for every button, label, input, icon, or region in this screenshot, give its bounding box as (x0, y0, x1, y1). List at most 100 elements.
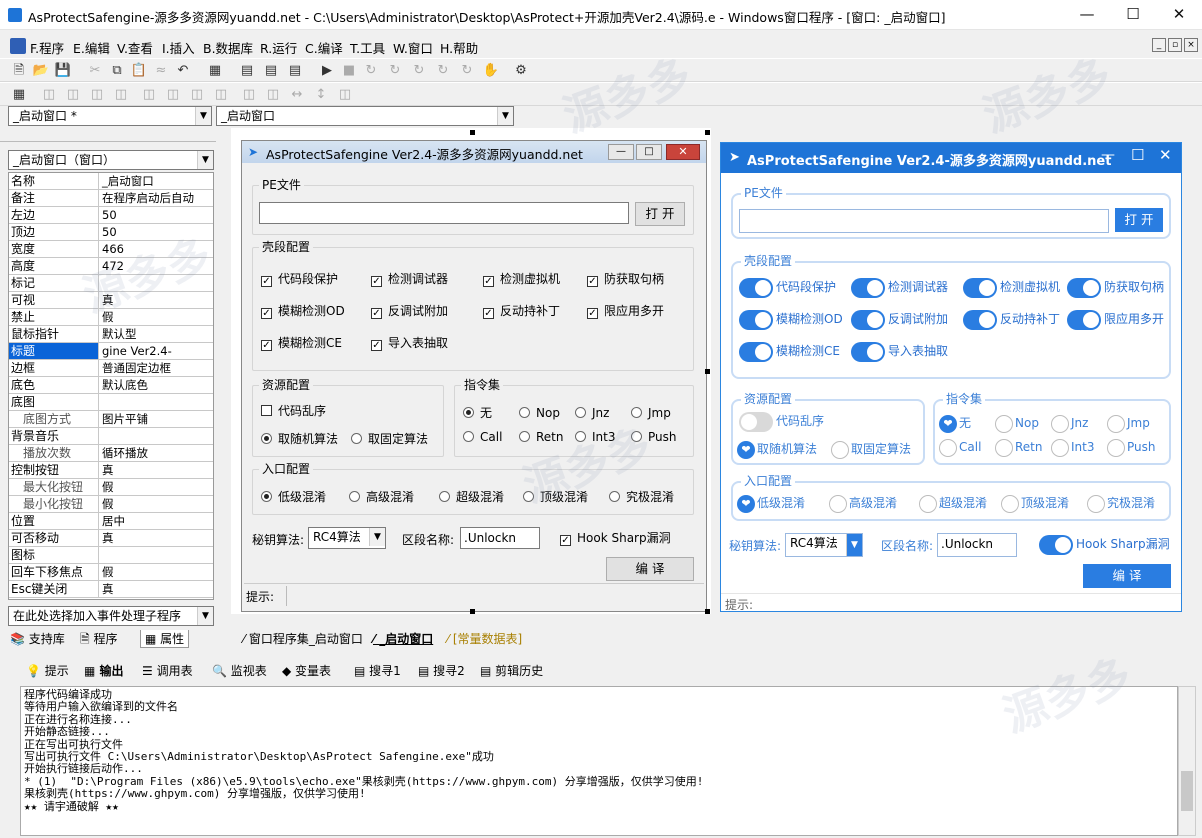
step1-icon[interactable]: ↻ (362, 62, 380, 80)
radio-jmp[interactable]: Jmp (631, 406, 671, 420)
radio-random-algo-modern[interactable]: ❤ 取随机算法 (737, 439, 817, 459)
radio-call[interactable]: Call (463, 430, 502, 444)
property-row[interactable]: 底色 默认底色 (9, 377, 213, 394)
property-value[interactable]: 真 (99, 292, 213, 308)
space-h-icon[interactable]: ◫ (140, 86, 158, 104)
chk-fuzzy-od[interactable]: ✓ 模糊检测OD (261, 304, 345, 319)
radio-fixed-algo-modern[interactable]: 取固定算法 (831, 439, 911, 459)
debug-icon[interactable]: ⚙ (512, 62, 530, 80)
preview-icon[interactable]: ▦ (206, 62, 224, 80)
menu-edit[interactable]: E.编辑 (73, 38, 110, 57)
left-window-combo[interactable]: _启动窗口 * ▼ (8, 106, 212, 126)
radio-int3-modern[interactable]: Int3 (1051, 437, 1094, 457)
tab-support-library[interactable]: 📚 支持库 (10, 630, 65, 647)
order-icon[interactable]: ◫ (336, 86, 354, 104)
tab-hint[interactable]: 💡 提示 (26, 661, 69, 681)
radio-random-algo[interactable]: 取随机算法 (261, 432, 338, 446)
compile-button[interactable]: 编 译 (606, 557, 694, 581)
property-row[interactable]: 宽度 466 (9, 241, 213, 258)
align-center-icon[interactable]: ◫ (64, 86, 82, 104)
toggle-fuzzy-od[interactable]: 模糊检测OD (739, 309, 843, 330)
property-value[interactable]: 真 (99, 581, 213, 597)
run-icon[interactable]: ▶ (318, 62, 336, 80)
output-text[interactable]: 程序代码编译成功 等待用户输入欲编译到的文件名 正在进行名称连接... 开始静态… (20, 686, 1178, 836)
tab-window-assembly[interactable]: ⁄ 窗口程序集_启动窗口 (243, 630, 363, 647)
step4-icon[interactable]: ↻ (434, 62, 452, 80)
property-value[interactable]: 图片平铺 (99, 411, 213, 427)
property-row[interactable]: 可否移动真 (9, 530, 213, 547)
preview-close-icon[interactable]: ✕ (1159, 146, 1172, 164)
menu-insert[interactable]: I.插入 (162, 38, 195, 57)
radio-jnz-modern[interactable]: Jnz (1051, 413, 1088, 433)
property-row[interactable]: 边框 普通固定边框 (9, 360, 213, 377)
spread-v-icon[interactable]: ↕ (312, 86, 330, 104)
radio-push-modern[interactable]: Push (1107, 437, 1156, 457)
size-h-icon[interactable]: ◫ (212, 86, 230, 104)
property-row[interactable]: 名称 _启动窗口 (9, 173, 213, 190)
chk-detect-vm[interactable]: ✓ 检测虚拟机 (483, 272, 560, 287)
step2-icon[interactable]: ↻ (386, 62, 404, 80)
toggle-import-extract[interactable]: 导入表抽取 (851, 341, 948, 362)
size-w-icon[interactable]: ◫ (188, 86, 206, 104)
radio-call-modern[interactable]: Call (939, 437, 981, 457)
property-row[interactable]: 图标 (9, 547, 213, 564)
mdi-close-icon[interactable]: × (1184, 38, 1198, 52)
chk-limit-multi[interactable]: ✓ 限应用多开 (587, 304, 664, 319)
menu-tools[interactable]: T.工具 (350, 38, 385, 57)
open-button[interactable]: 打 开 (635, 202, 685, 226)
layout3-icon[interactable]: ▤ (286, 62, 304, 80)
mdi-restore-icon[interactable]: ▫ (1168, 38, 1182, 52)
event-combo[interactable]: 在此处选择加入事件处理子程序 ▼ (8, 606, 214, 626)
tab-start-window[interactable]: ⁄ _启动窗口 (373, 630, 433, 647)
radio-none[interactable]: 无 (463, 406, 492, 420)
tab-properties[interactable]: ▦ 属性 (140, 630, 190, 648)
step5-icon[interactable]: ↻ (458, 62, 476, 80)
radio-high-obf[interactable]: 高级混淆 (349, 490, 414, 504)
property-value[interactable]: 50 (99, 224, 213, 240)
property-row[interactable]: 背景音乐 (9, 428, 213, 445)
property-value[interactable]: 默认型 (99, 326, 213, 342)
new-icon[interactable]: 🗎 (10, 62, 28, 80)
tab-program[interactable]: 🗎 程序 (80, 630, 117, 651)
radio-super-obf-modern[interactable]: 超级混淆 (919, 493, 987, 513)
chk-detect-debugger[interactable]: ✓ 检测调试器 (371, 272, 448, 287)
menu-help[interactable]: H.帮助 (440, 38, 478, 57)
radio-none-modern[interactable]: ❤ 无 (939, 413, 971, 433)
property-row[interactable]: 底图 (9, 394, 213, 411)
property-value[interactable]: 50 (99, 207, 213, 223)
tab-clip-history[interactable]: ▤ 剪辑历史 (480, 661, 543, 681)
copy-icon[interactable]: ⧉ (108, 62, 126, 80)
property-row[interactable]: 高度 472 (9, 258, 213, 275)
property-value[interactable] (99, 394, 213, 410)
property-row[interactable]: Esc键关闭真 (9, 581, 213, 598)
chk-fuzzy-ce[interactable]: ✓ 模糊检测CE (261, 336, 342, 351)
radio-push[interactable]: Push (631, 430, 677, 444)
radio-low-obf[interactable]: 低级混淆 (261, 490, 326, 504)
radio-ultimate-obf[interactable]: 究极混淆 (609, 490, 674, 504)
radio-int3[interactable]: Int3 (575, 430, 615, 444)
key-algo-combo[interactable]: RC4算法 ▼ (308, 527, 386, 549)
tab-call-table[interactable]: ☰ 调用表 (142, 661, 193, 681)
preview-section-input[interactable]: .Unlockn (937, 533, 1017, 557)
preview-max-icon[interactable]: ☐ (1131, 146, 1144, 164)
property-value[interactable]: 假 (99, 479, 213, 495)
layout1-icon[interactable]: ▤ (238, 62, 256, 80)
radio-top-obf-modern[interactable]: 顶级混淆 (1001, 493, 1069, 513)
property-value[interactable]: 472 (99, 258, 213, 274)
radio-super-obf[interactable]: 超级混淆 (439, 490, 504, 504)
property-value[interactable]: 466 (99, 241, 213, 257)
property-row[interactable]: 禁止假 (9, 309, 213, 326)
tab-search1[interactable]: ▤ 搜寻1 (354, 661, 401, 681)
selection-handle[interactable] (470, 609, 475, 614)
radio-nop[interactable]: Nop (519, 406, 560, 420)
selection-handle[interactable] (705, 609, 710, 614)
chk-code-shuffle[interactable]: 代码乱序 (261, 404, 326, 418)
preview-open-button[interactable]: 打 开 (1115, 208, 1163, 232)
menu-run[interactable]: R.运行 (260, 38, 297, 57)
property-row[interactable]: 最小化按钮假 (9, 496, 213, 513)
cut-icon[interactable]: ✂ (86, 62, 104, 80)
property-row[interactable]: 可视真 (9, 292, 213, 309)
property-value[interactable] (99, 275, 213, 291)
save-icon[interactable]: 💾 (54, 62, 72, 80)
radio-jnz[interactable]: Jnz (575, 406, 609, 420)
